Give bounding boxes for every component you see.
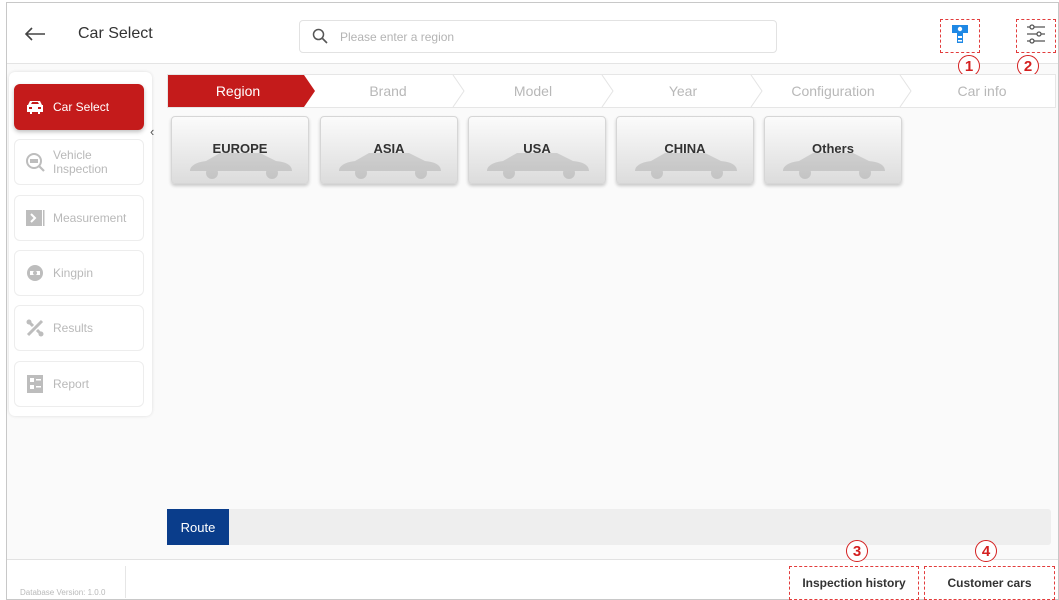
back-arrow-icon[interactable] <box>21 20 49 48</box>
sidebar-item-results[interactable]: Results <box>14 305 144 351</box>
filter-settings-button[interactable] <box>1016 19 1056 53</box>
region-button-asia[interactable]: ASIA <box>320 116 458 184</box>
header-bar: Car Select <box>7 3 1058 64</box>
results-icon <box>25 318 45 338</box>
measurement-icon <box>25 208 45 228</box>
region-button-others[interactable]: Others <box>764 116 902 184</box>
sidebar-item-car-select[interactable]: Car Select <box>14 84 144 130</box>
vin-key-icon <box>949 22 971 51</box>
search-box[interactable] <box>299 20 777 53</box>
region-label: CHINA <box>664 140 706 156</box>
step-brand[interactable]: Brand <box>318 75 458 107</box>
sidebar-item-measurement[interactable]: Measurement <box>14 195 144 241</box>
page-title: Car Select <box>78 25 153 42</box>
route-bar: Route <box>167 509 1051 545</box>
region-label: ASIA <box>373 140 405 156</box>
region-button-china[interactable]: CHINA <box>616 116 754 184</box>
region-label: USA <box>523 140 551 156</box>
sidebar-item-kingpin[interactable]: Kingpin <box>14 250 144 296</box>
vin-scan-button[interactable] <box>940 19 980 53</box>
sidebar-item-label: Results <box>53 321 94 335</box>
route-tag[interactable]: Route <box>167 509 229 545</box>
step-car-info[interactable]: Car info <box>912 75 1052 107</box>
callout-4: 4 <box>975 540 997 562</box>
sidebar-item-label: Vehicle Inspection <box>53 148 108 176</box>
sidebar-item-report[interactable]: Report <box>14 361 144 407</box>
step-region[interactable]: Region <box>168 75 308 107</box>
inspection-icon <box>25 152 45 172</box>
sidebar: Car Select Vehicle Inspection Measuremen… <box>9 72 152 416</box>
region-label: Others <box>812 140 854 156</box>
sliders-icon <box>1025 23 1047 50</box>
car-icon <box>25 97 45 117</box>
sidebar-item-label: Report <box>53 377 90 391</box>
sidebar-item-label: Kingpin <box>53 266 94 280</box>
sidebar-item-vehicle-inspection[interactable]: Vehicle Inspection <box>14 139 144 185</box>
inspection-history-button[interactable]: Inspection history <box>789 566 919 600</box>
callout-3: 3 <box>846 540 868 562</box>
report-icon <box>25 374 45 394</box>
customer-cars-button[interactable]: Customer cars <box>924 566 1055 600</box>
region-button-europe[interactable]: EUROPE <box>171 116 309 184</box>
kingpin-icon <box>25 263 45 283</box>
sidebar-item-label: Car Select <box>53 100 110 114</box>
footer-bar: Database Version: 1.0.0 Inspection histo… <box>7 559 1058 600</box>
region-label: EUROPE <box>212 140 268 156</box>
step-model[interactable]: Model <box>463 75 603 107</box>
step-configuration[interactable]: Configuration <box>763 75 903 107</box>
region-button-usa[interactable]: USA <box>468 116 606 184</box>
search-input[interactable] <box>340 27 760 47</box>
sidebar-item-label: Measurement <box>53 211 127 225</box>
database-version-text: Database Version: 1.0.0 <box>20 588 106 597</box>
footer-divider <box>125 566 126 598</box>
sidebar-collapse-chevron-icon[interactable]: ‹ <box>150 124 162 140</box>
step-progress-bar: Region Brand Model Year Configuration Ca… <box>167 74 1056 108</box>
step-year[interactable]: Year <box>613 75 753 107</box>
search-icon <box>312 28 328 49</box>
